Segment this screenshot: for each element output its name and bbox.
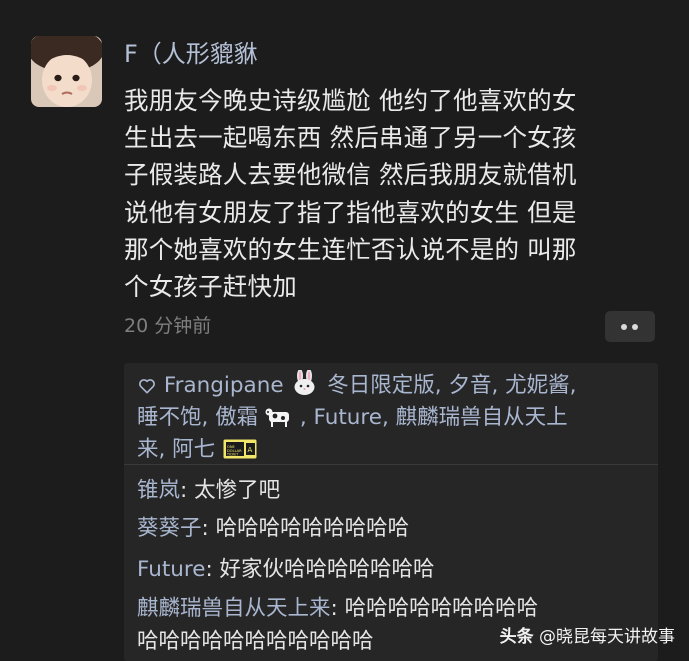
likes-line-2: 睡不饱, 傲霜 , Future, 麒麟瑞兽自从天上 — [137, 402, 642, 434]
comment-separator: : — [201, 516, 216, 541]
liker-names[interactable]: 睡不饱, 傲霜 — [137, 405, 258, 430]
liker-names[interactable]: , Future, 麒麟瑞兽自从天上 — [300, 405, 568, 430]
comment-author[interactable]: Future — [137, 557, 205, 582]
comment-item[interactable]: 葵葵子: 哈哈哈哈哈哈哈哈哈 — [137, 510, 409, 547]
watermark-brand: 头条 — [499, 627, 534, 647]
cow-icon — [265, 408, 290, 427]
comment-separator: : — [205, 557, 220, 582]
avatar[interactable] — [31, 36, 102, 107]
likes-line-1: Frangipane 冬日限定版, 夕音, 尤妮酱, — [137, 370, 642, 402]
post-content-line: 个女孩子赶快加 — [124, 271, 297, 301]
svg-text:TICKET: TICKET — [226, 453, 238, 457]
comment-text: 哈哈哈哈哈哈哈哈哈 — [215, 516, 410, 541]
comment-text-continued: 哈哈哈哈哈哈哈哈哈哈哈 — [137, 629, 374, 654]
liker-name[interactable]: Frangipane — [164, 373, 284, 398]
ticket-icon: ONE DOLLAR TICKET A — [222, 438, 258, 460]
post-content-line: 生出去一起喝东西 然后串通了另一个女孩 — [124, 123, 577, 153]
dot-icon — [621, 324, 627, 330]
divider — [124, 464, 658, 465]
wechat-moments-post: F（人形貔貅 我朋友今晚史诗级尴尬 他约了他喜欢的女 生出去一起喝东西 然后串通… — [0, 0, 689, 661]
likes-line-3: 来, 阿七 ONE DOLLAR TICKET A — [137, 434, 642, 466]
post-content-line: 子假装路人去要他微信 然后我朋友就借机 — [124, 160, 577, 190]
more-actions-button[interactable] — [605, 311, 655, 342]
author-name[interactable]: F（人形貔貅 — [124, 38, 258, 70]
liker-names[interactable]: 来, 阿七 — [137, 437, 215, 462]
comment-text: 哈哈哈哈哈哈哈哈哈 — [344, 596, 539, 621]
post-content-line: 说他有女朋友了指了指他喜欢的女生 但是 — [124, 197, 577, 227]
comment-separator: : — [180, 478, 195, 503]
post-time: 20 分钟前 — [124, 315, 212, 337]
rabbit-icon — [294, 370, 315, 395]
comment-item[interactable]: 麒麟瑞兽自从天上来: 哈哈哈哈哈哈哈哈哈 哈哈哈哈哈哈哈哈哈哈哈 — [137, 592, 538, 658]
post-content: 我朋友今晚史诗级尴尬 他约了他喜欢的女 生出去一起喝东西 然后串通了另一个女孩 … — [124, 82, 664, 305]
comment-author[interactable]: 葵葵子 — [137, 516, 202, 541]
comment-author[interactable]: 锥岚 — [137, 478, 180, 503]
comment-item[interactable]: 锥岚: 太惨了吧 — [137, 472, 280, 509]
comment-separator: : — [330, 596, 345, 621]
comment-item[interactable]: Future: 好家伙哈哈哈哈哈哈哈 — [137, 551, 435, 588]
liker-names[interactable]: 冬日限定版, 夕音, 尤妮酱, — [327, 373, 576, 398]
heart-outline-icon — [139, 379, 155, 394]
watermark-handle: @晓昆每天讲故事 — [539, 627, 675, 647]
comment-author[interactable]: 麒麟瑞兽自从天上来 — [137, 596, 331, 621]
dot-icon — [632, 324, 638, 330]
avatar-image — [31, 36, 102, 107]
svg-text:A: A — [248, 446, 253, 454]
watermark: 头条 @晓昆每天讲故事 — [500, 622, 675, 647]
likes-list: Frangipane 冬日限定版, 夕音, 尤妮酱, 睡不饱, 傲霜 , Fut… — [137, 370, 642, 466]
comment-text: 太惨了吧 — [194, 478, 281, 503]
post-content-line: 那个她喜欢的女生连忙否认说不是的 叫那 — [124, 234, 577, 264]
comment-text: 好家伙哈哈哈哈哈哈哈 — [219, 557, 435, 582]
post-content-line: 我朋友今晚史诗级尴尬 他约了他喜欢的女 — [124, 86, 577, 115]
